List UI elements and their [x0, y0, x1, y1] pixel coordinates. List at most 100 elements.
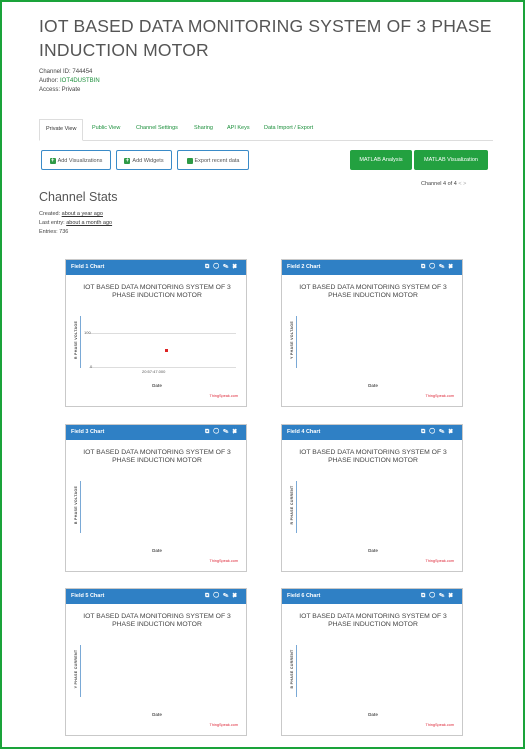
- chart-header: Field 2 Chart ⧉◯✎✖: [282, 260, 462, 275]
- chart-x-label: Date: [152, 548, 162, 553]
- tab-data-import-export[interactable]: Data Import / Export: [264, 119, 313, 139]
- chart-header-title: Field 3 Chart: [71, 429, 105, 435]
- chart-y-axis: [296, 481, 297, 533]
- chart-title: IOT BASED DATA MONITORING SYSTEM OF 3 PH…: [83, 613, 231, 628]
- pager-next-icon[interactable]: >: [463, 181, 466, 187]
- edit-icon[interactable]: ✎: [223, 264, 232, 270]
- channel-id: Channel ID: 744454: [39, 69, 93, 75]
- chart-x-label: Date: [368, 548, 378, 553]
- edit-icon[interactable]: ✎: [439, 264, 448, 270]
- close-icon[interactable]: ✖: [448, 429, 457, 435]
- stat-created: Created: about a year ago: [39, 211, 103, 217]
- created-value: about a year ago: [61, 211, 103, 217]
- chart-title: IOT BASED DATA MONITORING SYSTEM OF 3 PH…: [299, 613, 447, 628]
- thingspeak-credit[interactable]: ThingSpeak.com: [210, 394, 239, 398]
- data-point[interactable]: [165, 349, 168, 352]
- tab-sharing[interactable]: Sharing: [194, 119, 213, 139]
- chart-x-label: Date: [368, 712, 378, 717]
- comment-icon[interactable]: ◯: [429, 264, 439, 270]
- export-recent-data-button[interactable]: Export recent data: [177, 150, 249, 170]
- chart-x-label: Date: [368, 383, 378, 388]
- edit-icon[interactable]: ✎: [223, 593, 232, 599]
- chart-header-icons: ⧉◯✎✖: [205, 425, 241, 440]
- channel-tabs: Private View Public View Channel Setting…: [39, 119, 493, 141]
- channel-access: Access: Private: [39, 87, 81, 93]
- edit-icon[interactable]: ✎: [439, 429, 448, 435]
- y-tick-label: 0: [90, 364, 93, 369]
- last-entry-value: about a month ago: [66, 220, 113, 226]
- add-visualizations-button[interactable]: + Add Visualizations: [41, 150, 111, 170]
- edit-icon[interactable]: ✎: [223, 429, 232, 435]
- close-icon[interactable]: ✖: [448, 593, 457, 599]
- comment-icon[interactable]: ◯: [213, 593, 223, 599]
- checkbox-icon: [186, 157, 193, 164]
- plus-icon: +: [124, 157, 131, 164]
- chart-header: Field 1 Chart ⧉◯✎✖: [66, 260, 246, 275]
- chart-header-title: Field 2 Chart: [287, 264, 321, 270]
- chart-y-label: B PHASE CURRENT: [290, 649, 294, 689]
- tab-private-view[interactable]: Private View: [39, 119, 84, 141]
- channel-stats-heading: Channel Stats: [39, 190, 118, 204]
- chart-header: Field 3 Chart ⧉◯✎✖: [66, 425, 246, 440]
- tab-public-view[interactable]: Public View: [92, 119, 120, 139]
- edit-icon[interactable]: ✎: [439, 593, 448, 599]
- chart-gridline: [89, 333, 236, 334]
- chart-title: IOT BASED DATA MONITORING SYSTEM OF 3 PH…: [299, 284, 447, 299]
- chart-header: Field 5 Chart ⧉◯✎✖: [66, 589, 246, 604]
- chart-y-axis: [296, 316, 297, 368]
- thingspeak-credit[interactable]: ThingSpeak.com: [426, 394, 455, 398]
- close-icon[interactable]: ✖: [232, 429, 241, 435]
- tab-api-keys[interactable]: API Keys: [227, 119, 250, 139]
- field-2-chart-card: Field 2 Chart ⧉◯✎✖ IOT BASED DATA MONITO…: [281, 259, 463, 407]
- chart-header-title: Field 4 Chart: [287, 429, 321, 435]
- plus-icon: +: [49, 157, 56, 164]
- comment-icon[interactable]: ◯: [213, 264, 223, 270]
- chart-header: Field 4 Chart ⧉◯✎✖: [282, 425, 462, 440]
- chart-title: IOT BASED DATA MONITORING SYSTEM OF 3 PH…: [83, 284, 231, 299]
- chart-header-title: Field 1 Chart: [71, 264, 105, 270]
- pager-prev-icon[interactable]: <: [458, 181, 461, 187]
- chart-header-icons: ⧉◯✎✖: [421, 589, 457, 604]
- chart-y-label: R PHASE VOLTAGE: [74, 320, 78, 360]
- chart-header: Field 6 Chart ⧉◯✎✖: [282, 589, 462, 604]
- thingspeak-credit[interactable]: ThingSpeak.com: [426, 559, 455, 563]
- thingspeak-credit[interactable]: ThingSpeak.com: [426, 723, 455, 727]
- chart-y-axis: [80, 645, 81, 697]
- matlab-analysis-button[interactable]: MATLAB Analysis: [350, 150, 412, 170]
- chart-header-icons: ⧉◯✎✖: [205, 260, 241, 275]
- comment-icon[interactable]: ◯: [213, 429, 223, 435]
- comment-icon[interactable]: ◯: [429, 429, 439, 435]
- field-3-chart-card: Field 3 Chart ⧉◯✎✖ IOT BASED DATA MONITO…: [65, 424, 247, 572]
- pager-text: Channel 4 of 4: [421, 181, 457, 187]
- matlab-visualization-button[interactable]: MATLAB Visualization: [414, 150, 488, 170]
- chart-y-label: R PHASE CURRENT: [290, 485, 294, 525]
- close-icon[interactable]: ✖: [232, 593, 241, 599]
- close-icon[interactable]: ✖: [232, 264, 241, 270]
- chart-gridline: [89, 367, 236, 368]
- chart-title: IOT BASED DATA MONITORING SYSTEM OF 3 PH…: [83, 449, 231, 464]
- chart-header-title: Field 6 Chart: [287, 593, 321, 599]
- tab-channel-settings[interactable]: Channel Settings: [136, 119, 178, 139]
- comment-icon[interactable]: ◯: [429, 593, 439, 599]
- add-widgets-button[interactable]: + Add Widgets: [116, 150, 172, 170]
- field-6-chart-card: Field 6 Chart ⧉◯✎✖ IOT BASED DATA MONITO…: [281, 588, 463, 736]
- channel-title: IOT BASED DATA MONITORING SYSTEM OF 3 PH…: [39, 16, 492, 60]
- thingspeak-credit[interactable]: ThingSpeak.com: [210, 723, 239, 727]
- close-icon[interactable]: ✖: [448, 264, 457, 270]
- channel-pager: Channel 4 of 4 < >: [421, 181, 466, 187]
- thingspeak-credit[interactable]: ThingSpeak.com: [210, 559, 239, 563]
- chart-y-label: B PHASE VOLTAGE: [74, 485, 78, 525]
- chart-x-label: Date: [152, 712, 162, 717]
- chart-x-label: Date: [152, 383, 162, 388]
- channel-stats: Created: about a year ago Last entry: ab…: [39, 210, 112, 237]
- field-1-chart-card: Field 1 Chart ⧉◯✎✖ IOT BASED DATA MONITO…: [65, 259, 247, 407]
- chart-header-title: Field 5 Chart: [71, 593, 105, 599]
- chart-y-label: Y PHASE VOLTAGE: [290, 320, 294, 360]
- y-tick-label: 100: [84, 330, 91, 335]
- author-link[interactable]: IOT4DUSTBIN: [60, 78, 100, 84]
- field-4-chart-card: Field 4 Chart ⧉◯✎✖ IOT BASED DATA MONITO…: [281, 424, 463, 572]
- stat-entries: Entries: 736: [39, 229, 69, 235]
- channel-meta: Channel ID: 744454 Author: IOT4DUSTBIN A…: [39, 68, 100, 95]
- chart-y-axis: [296, 645, 297, 697]
- x-tick-label: 20:57:47.000: [142, 369, 166, 374]
